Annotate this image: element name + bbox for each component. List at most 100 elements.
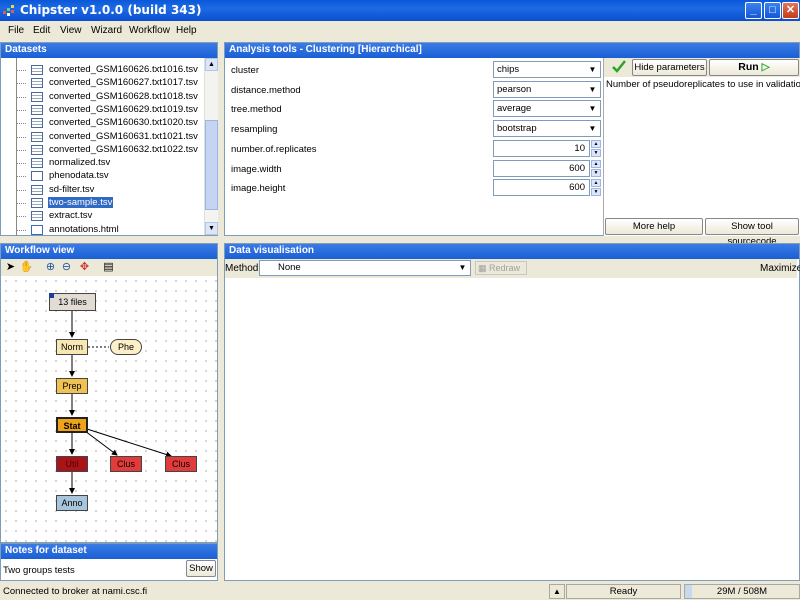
menu-view[interactable]: View xyxy=(60,25,82,36)
show-notes-button[interactable]: Show xyxy=(186,560,216,577)
dataset-item-label: extract.tsv xyxy=(49,210,93,222)
workflow-header: Workflow view xyxy=(1,244,217,259)
scroll-down-arrow-icon[interactable]: ▼ xyxy=(205,222,218,235)
notes-panel: Notes for dataset Two groups tests Show xyxy=(0,543,218,581)
redraw-icon: ▦ xyxy=(478,263,487,273)
help-text: Number of pseudoreplicates to use in val… xyxy=(606,79,800,90)
status-bar: Connected to broker at nami.csc.fi ▲ Rea… xyxy=(0,583,800,600)
close-button[interactable]: ✕ xyxy=(782,2,799,19)
up-arrow-icon[interactable]: ▲ xyxy=(549,584,565,599)
redraw-button[interactable]: ▦ Redraw xyxy=(475,261,527,275)
menu-wizard[interactable]: Wizard xyxy=(91,25,122,36)
visualisation-toolbar: Method: None ▼ ▦ Redraw Maximize xyxy=(225,259,800,278)
analysis-tools-header: Analysis tools - Clustering [Hierarchica… xyxy=(225,43,799,58)
dataset-item-label: sd-filter.tsv xyxy=(49,183,95,195)
workflow-node-anno[interactable]: Anno xyxy=(56,495,88,511)
zoom-out-icon[interactable]: ⊖ xyxy=(59,260,74,274)
workflow-node-files[interactable]: 13 files xyxy=(49,293,96,311)
workflow-panel: Workflow view ➤ ✋ ⊕ ⊖ ✥ ▤ 13 files Norm … xyxy=(0,243,218,543)
param-label: resampling xyxy=(231,124,278,136)
table-file-icon xyxy=(31,78,43,89)
datasets-panel: Datasets converted_GSM160626.txt1016.tsv… xyxy=(0,42,218,236)
workflow-node-prep[interactable]: Prep xyxy=(56,378,88,394)
menu-file[interactable]: File xyxy=(8,25,24,36)
workflow-node-clus-1[interactable]: Clus xyxy=(110,456,142,472)
param-select[interactable]: chips ▼ xyxy=(493,61,601,78)
param-number-input[interactable]: 10 xyxy=(493,139,590,157)
param-select-value: average xyxy=(497,103,532,115)
param-row-cluster: cluster chips ▼ xyxy=(225,60,603,80)
dataset-item-label: converted_GSM160629.txt1019.tsv xyxy=(49,103,198,115)
table-file-icon xyxy=(31,131,43,142)
dataset-item-label: two-sample.tsv xyxy=(48,197,114,208)
spinner-down-icon[interactable]: ▼ xyxy=(591,168,601,177)
menu-workflow[interactable]: Workflow xyxy=(129,25,170,36)
workflow-toolbar: ➤ ✋ ⊕ ⊖ ✥ ▤ xyxy=(1,259,217,276)
param-select[interactable]: bootstrap ▼ xyxy=(493,120,601,138)
spinner-down-icon[interactable]: ▼ xyxy=(591,188,601,197)
param-label: image.width xyxy=(231,163,282,175)
visualisation-canvas[interactable] xyxy=(225,278,799,580)
dataset-item-label: converted_GSM160628.txt1018.tsv xyxy=(49,90,198,102)
dataset-item-label: normalized.tsv xyxy=(49,157,111,169)
dataset-item-label: phenodata.tsv xyxy=(49,170,109,182)
spinner-up-icon[interactable]: ▲ xyxy=(591,139,601,148)
workflow-node-phenodata[interactable]: Phe xyxy=(110,339,142,355)
dataset-list: converted_GSM160626.txt1016.tsv converted… xyxy=(1,58,203,236)
chevron-down-icon: ▼ xyxy=(588,124,597,134)
chipster-logo-icon xyxy=(3,5,14,16)
param-row-distance-method: distance.method pearson ▼ xyxy=(225,80,603,100)
param-select[interactable]: average ▼ xyxy=(493,100,601,118)
workflow-node-clus-2[interactable]: Clus xyxy=(165,456,197,472)
table-file-icon xyxy=(31,65,43,75)
task-status: Ready xyxy=(566,584,681,599)
notes-header: Notes for dataset xyxy=(1,544,217,559)
dataset-item-label: converted_GSM160631.txt1021.tsv xyxy=(49,130,198,142)
table-file-icon xyxy=(31,198,43,208)
workflow-node-norm[interactable]: Norm xyxy=(56,339,88,355)
method-select[interactable]: None ▼ xyxy=(259,260,471,276)
param-label: tree.method xyxy=(231,104,282,116)
spinner-up-icon[interactable]: ▲ xyxy=(591,179,601,188)
zoom-in-icon[interactable]: ⊕ xyxy=(43,260,58,274)
html-file-icon xyxy=(31,224,43,235)
analysis-tools-panel: Analysis tools - Clustering [Hierarchica… xyxy=(224,42,800,247)
more-help-button[interactable]: More help xyxy=(605,218,703,235)
param-spinner: 10 ▲ ▼ xyxy=(493,139,601,157)
table-file-icon xyxy=(31,184,43,195)
param-select[interactable]: pearson ▼ xyxy=(493,80,601,98)
menu-edit[interactable]: Edit xyxy=(33,25,50,36)
method-select-value: None xyxy=(278,262,301,273)
menu-help[interactable]: Help xyxy=(176,25,197,36)
hand-icon[interactable]: ✋ xyxy=(19,260,34,274)
minimize-button[interactable]: _ xyxy=(745,2,762,19)
param-number-input[interactable]: 600 xyxy=(493,179,590,197)
param-row-image-width: image.width 600 ▲ ▼ xyxy=(225,159,603,179)
dataset-item-label: converted_GSM160632.txt1022.tsv xyxy=(49,143,198,155)
spinner-down-icon[interactable]: ▼ xyxy=(591,148,601,157)
table-file-icon xyxy=(31,91,43,102)
datasets-scrollbar[interactable]: ▲ ▼ xyxy=(204,58,218,235)
workflow-canvas[interactable]: 13 files Norm Phe Prep Stat Util Clus Cl… xyxy=(1,276,217,542)
scroll-thumb[interactable] xyxy=(205,120,218,210)
visualisation-panel: Data visualisation Method: None ▼ ▦ Redr… xyxy=(224,243,800,581)
show-tool-sourcecode-button[interactable]: Show tool sourcecode xyxy=(705,218,799,247)
param-label: image.height xyxy=(231,183,286,195)
maximize-button[interactable]: □ xyxy=(764,2,781,19)
run-button[interactable]: Run ▷ xyxy=(709,59,799,76)
dataset-item-label: annotations.html xyxy=(49,223,119,235)
notes-text[interactable]: Two groups tests xyxy=(3,565,75,576)
fit-to-view-icon[interactable]: ✥ xyxy=(77,260,92,274)
param-number-input[interactable]: 600 xyxy=(493,159,590,177)
window-title: Chipster v1.0.0 (build 343) xyxy=(20,3,202,17)
scroll-up-arrow-icon[interactable]: ▲ xyxy=(205,58,218,71)
spinner-up-icon[interactable]: ▲ xyxy=(591,159,601,168)
chevron-down-icon: ▼ xyxy=(458,263,467,272)
maximize-visualisation-button[interactable]: Maximize xyxy=(760,263,800,274)
hide-parameters-button[interactable]: Hide parameters xyxy=(632,59,707,76)
workflow-settings-icon[interactable]: ▤ xyxy=(101,260,116,274)
workflow-node-util[interactable]: Util xyxy=(56,456,88,472)
pointer-icon[interactable]: ➤ xyxy=(3,260,18,274)
workflow-node-stat[interactable]: Stat xyxy=(56,417,88,433)
memory-indicator[interactable]: 29M / 508M xyxy=(684,584,800,599)
